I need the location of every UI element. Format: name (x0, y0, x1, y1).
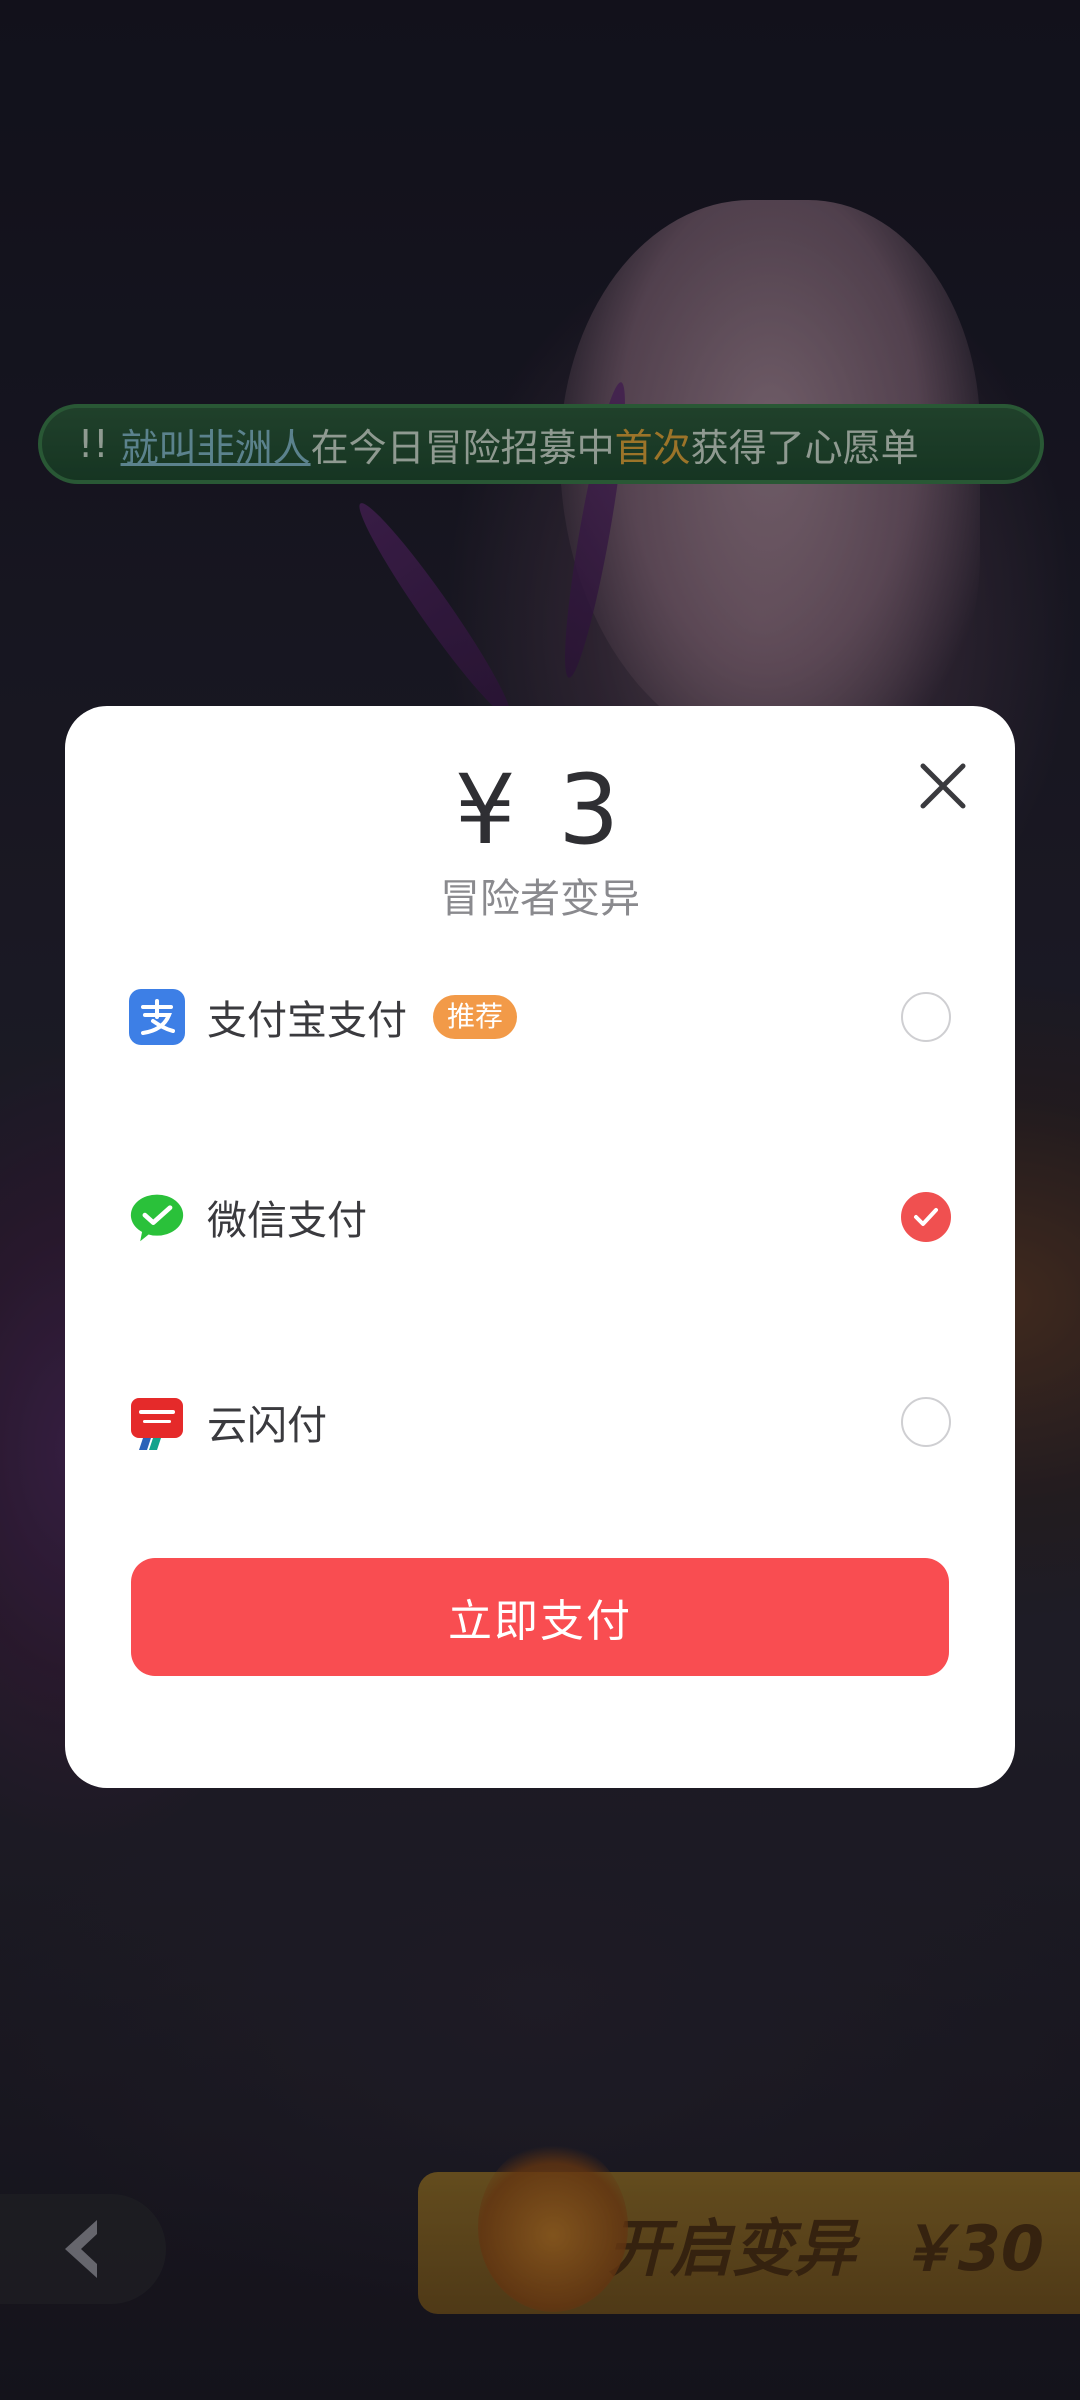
payment-option-label: 支付宝支付 (207, 998, 407, 1044)
payment-option-unionpay[interactable]: 云闪付 (129, 1377, 951, 1467)
payment-option-wechat[interactable]: 微信支付 (129, 1172, 951, 1262)
payment-amount: ¥ 3 (454, 754, 626, 866)
check-icon (914, 1208, 938, 1226)
unionpay-quickpass-icon (129, 1394, 185, 1450)
recommended-badge: 推荐 (433, 995, 518, 1039)
radio-selected[interactable] (901, 1192, 951, 1242)
product-name: 冒险者变异 (440, 876, 640, 922)
payment-option-label: 微信支付 (207, 1198, 367, 1244)
screen: !! 就叫非洲人 在今日冒险招募中 首次 获得了心愿单 开启变异 ￥30 ¥ 3 冒险… (0, 0, 1080, 2400)
radio-unselected[interactable] (901, 992, 951, 1042)
payment-option-label: 云闪付 (207, 1403, 327, 1449)
wechat-pay-icon (129, 1189, 185, 1245)
payment-dialog: ¥ 3 冒险者变异 支付宝支付 推荐 微信支付 云闪付 立即支付 (65, 706, 1015, 1788)
alipay-icon (129, 989, 185, 1045)
pay-now-button[interactable]: 立即支付 (131, 1558, 949, 1676)
radio-unselected[interactable] (901, 1397, 951, 1447)
payment-option-alipay[interactable]: 支付宝支付 推荐 (129, 972, 951, 1062)
